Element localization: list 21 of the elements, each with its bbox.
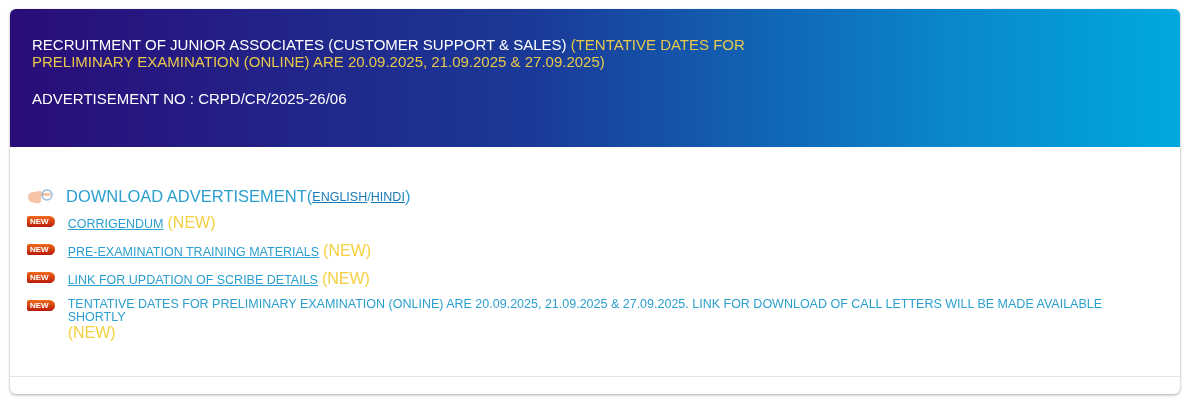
notice-link[interactable]: CORRIGENDUM bbox=[67, 217, 164, 231]
separator: / bbox=[367, 189, 371, 204]
notice-text: TENTATIVE DATES FOR PRELIMINARY EXAMINATION (ONLINE) ARE 20.09.2025, 21.09.2025 & 27.09.2025. LINK FOR DOWNLOAD OF CALL LETTERS WILL BE MADE AVAILABLE SHORTLY bbox=[67, 298, 1104, 324]
new-badge-icon: NEW bbox=[27, 272, 55, 283]
pointing-hand-icon bbox=[26, 187, 54, 206]
new-tag: (NEW) bbox=[323, 242, 372, 259]
new-tag: (NEW) bbox=[167, 214, 216, 231]
download-advertisement-label: DOWNLOAD ADVERTISEMENT bbox=[66, 187, 307, 206]
advertisement-number: ADVERTISEMENT NO : CRPD/CR/2025-26/06 bbox=[32, 90, 348, 107]
parenthesis: ( bbox=[306, 187, 313, 206]
recruitment-title: RECRUITMENT OF JUNIOR ASSOCIATES (CUSTOMER SUPPORT & SALES) (TENTATIVE DATES FOR PRELIMINARY EXAMINATION (ONLINE) ARE 20.09.2025, 21.09.2025 & 27.09.2025) bbox=[32, 36, 746, 70]
new-tag: (NEW) bbox=[321, 270, 370, 287]
new-badge-icon: NEW bbox=[27, 300, 55, 311]
parenthesis: ) bbox=[404, 187, 411, 206]
new-badge-icon: NEW bbox=[27, 216, 55, 227]
language-link[interactable]: HINDI bbox=[370, 189, 405, 204]
language-link[interactable]: ENGLISH bbox=[312, 189, 368, 204]
new-tag: (NEW) bbox=[67, 324, 116, 341]
new-badge-icon: NEW bbox=[27, 244, 55, 255]
notice-link[interactable]: LINK FOR UPDATION OF SCRIBE DETAILS bbox=[67, 273, 318, 287]
notice-link[interactable]: PRE-EXAMINATION TRAINING MATERIALS bbox=[67, 245, 320, 259]
